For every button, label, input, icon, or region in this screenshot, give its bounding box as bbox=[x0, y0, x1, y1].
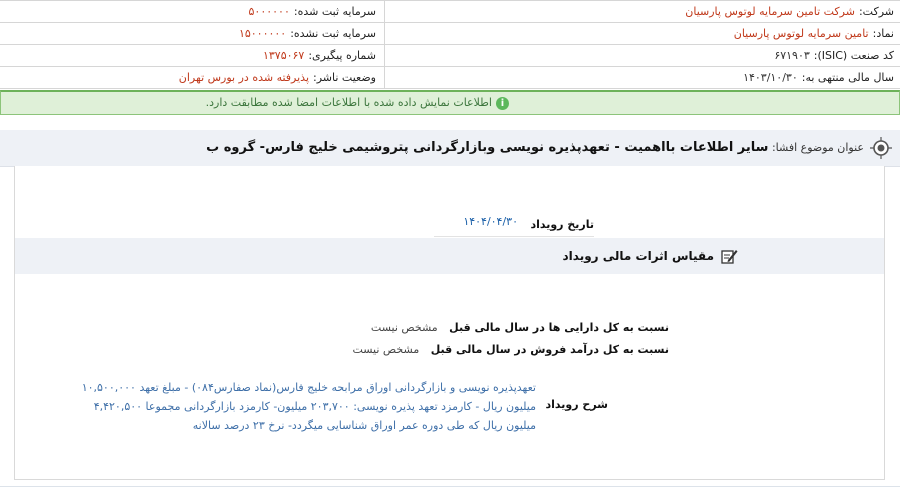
registered-capital-value: ۵۰۰۰۰۰۰ bbox=[248, 5, 290, 18]
info-row-1: شرکت:شرکت تامین سرمایه لوتوس پارسیان سرم… bbox=[0, 1, 900, 23]
sales-ratio-row: نسبت به کل درآمد فروش در سال مالی قبل مش… bbox=[352, 342, 669, 358]
info-row-2: نماد:تامین سرمایه لوتوس پارسیان سرمایه ث… bbox=[0, 23, 900, 45]
sales-ratio-label: نسبت به کل درآمد فروش در سال مالی قبل bbox=[430, 343, 669, 356]
info-row-3: کد صنعت (ISIC):۶۷۱۹۰۳ شماره پیگیری:۱۳۷۵۰… bbox=[0, 45, 900, 67]
info-row-4: سال مالی منتهی به:۱۴۰۳/۱۰/۳۰ وضعیت ناشر:… bbox=[0, 67, 900, 89]
isic-cell: کد صنعت (ISIC):۶۷۱۹۰۳ bbox=[384, 45, 900, 66]
pen-icon bbox=[721, 250, 738, 264]
description-text: تعهدپذیره نویسی و بازارگردانی اوراق مراب… bbox=[81, 381, 536, 432]
disclosure-subject-bar: عنوان موضوع افشا: سایر اطلاعات بااهمیت -… bbox=[0, 130, 900, 167]
notice-content: i اطلاعات نمایش داده شده با اطلاعات امضا … bbox=[206, 92, 509, 114]
company-cell: شرکت:شرکت تامین سرمایه لوتوس پارسیان bbox=[384, 1, 900, 22]
registered-capital-label: سرمایه ثبت شده: bbox=[293, 5, 376, 18]
verification-notice: i اطلاعات نمایش داده شده با اطلاعات امضا … bbox=[0, 90, 900, 115]
company-label: شرکت: bbox=[858, 5, 894, 18]
assets-ratio-label: نسبت به کل دارایی ها در سال مالی قبل bbox=[449, 321, 669, 334]
publisher-status-label: وضعیت ناشر: bbox=[313, 71, 376, 84]
description-label: شرح رویداد bbox=[545, 398, 609, 411]
fiscal-year-label: سال مالی منتهی به: bbox=[801, 71, 894, 84]
assets-ratio-row: نسبت به کل دارایی ها در سال مالی قبل مشخ… bbox=[371, 320, 669, 336]
financial-effects-title: مقیاس اثرات مالی رویداد bbox=[562, 249, 714, 263]
target-icon bbox=[870, 137, 892, 159]
subject-title: سایر اطلاعات بااهمیت - تعهدپذیره نویسی و… bbox=[206, 140, 769, 155]
unregistered-capital-cell: سرمایه ثبت نشده:۱۵۰۰۰۰۰۰ bbox=[0, 23, 382, 44]
symbol-value[interactable]: تامین سرمایه لوتوس پارسیان bbox=[734, 27, 873, 40]
subject-label: عنوان موضوع افشا: bbox=[771, 141, 864, 154]
company-info-table: شرکت:شرکت تامین سرمایه لوتوس پارسیان سرم… bbox=[0, 0, 900, 89]
notice-text: اطلاعات نمایش داده شده با اطلاعات امضا ش… bbox=[205, 96, 492, 109]
bottom-divider bbox=[0, 486, 900, 487]
isic-label: کد صنعت (ISIC): bbox=[813, 49, 894, 62]
fiscal-year-cell: سال مالی منتهی به:۱۴۰۳/۱۰/۳۰ bbox=[384, 67, 900, 88]
isic-value: ۶۷۱۹۰۳ bbox=[774, 49, 810, 62]
symbol-label: نماد: bbox=[872, 27, 894, 40]
company-value[interactable]: شرکت تامین سرمایه لوتوس پارسیان bbox=[685, 5, 859, 18]
unregistered-capital-value: ۱۵۰۰۰۰۰۰ bbox=[238, 27, 287, 40]
info-icon: i bbox=[496, 96, 509, 110]
financial-effects-header: مقیاس اثرات مالی رویداد bbox=[15, 238, 884, 274]
tracking-label: شماره پیگیری: bbox=[308, 49, 376, 62]
event-date-value: ۱۴۰۴/۰۴/۳۰ bbox=[463, 215, 518, 228]
sales-ratio-value: مشخص نیست bbox=[352, 343, 420, 356]
event-date-label: تاریخ رویداد bbox=[530, 218, 594, 231]
subject-text: عنوان موضوع افشا: سایر اطلاعات بااهمیت -… bbox=[206, 130, 864, 166]
tracking-value: ۱۳۷۵۰۶۷ bbox=[262, 49, 305, 62]
fiscal-year-value: ۱۴۰۳/۱۰/۳۰ bbox=[743, 71, 798, 84]
symbol-cell: نماد:تامین سرمایه لوتوس پارسیان bbox=[384, 23, 900, 44]
assets-ratio-value: مشخص نیست bbox=[370, 321, 438, 334]
unregistered-capital-label: سرمایه ثبت نشده: bbox=[290, 27, 376, 40]
publisher-status-cell: وضعیت ناشر:پذیرفته شده در بورس تهران bbox=[0, 67, 382, 88]
publisher-status-value: پذیرفته شده در بورس تهران bbox=[178, 71, 310, 84]
registered-capital-cell: سرمایه ثبت شده:۵۰۰۰۰۰۰ bbox=[0, 1, 382, 22]
tracking-cell: شماره پیگیری:۱۳۷۵۰۶۷ bbox=[0, 45, 382, 66]
event-details-panel: تاریخ رویداد ۱۴۰۴/۰۴/۳۰ مقیاس اثرات مالی… bbox=[14, 166, 885, 480]
event-date-row: تاریخ رویداد ۱۴۰۴/۰۴/۳۰ bbox=[434, 215, 594, 237]
